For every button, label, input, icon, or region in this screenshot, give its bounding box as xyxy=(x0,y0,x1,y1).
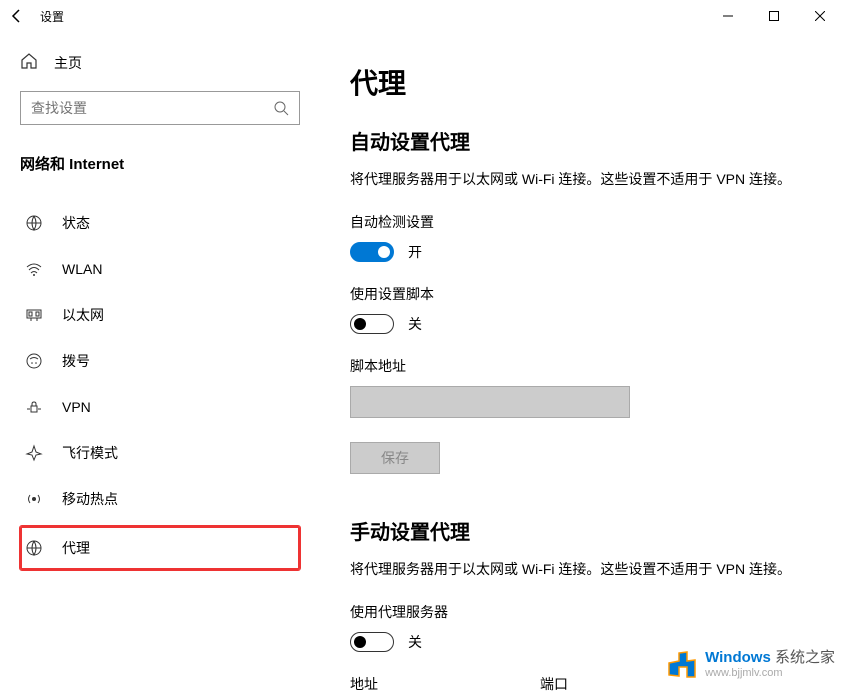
watermark: Windows 系统之家 www.bjjmlv.com xyxy=(663,647,835,683)
watermark-brand: Windows 系统之家 xyxy=(705,649,835,667)
manual-section-title: 手动设置代理 xyxy=(350,516,803,545)
sidebar-item-ethernet[interactable]: 以太网 xyxy=(20,292,300,338)
sidebar-item-label: 拨号 xyxy=(62,351,90,371)
sidebar-item-label: 状态 xyxy=(62,213,90,233)
titlebar: 设置 xyxy=(0,0,843,32)
sidebar-item-dialup[interactable]: 拨号 xyxy=(20,338,300,384)
window-title: 设置 xyxy=(40,8,64,25)
sidebar: 主页 网络和 Internet 状态 xyxy=(0,32,320,691)
sidebar-item-label: 以太网 xyxy=(62,305,104,325)
sidebar-item-hotspot[interactable]: 移动热点 xyxy=(20,476,300,522)
ethernet-icon xyxy=(24,305,44,325)
home-icon xyxy=(20,52,38,73)
auto-detect-state: 开 xyxy=(408,242,422,262)
sidebar-item-proxy[interactable]: 代理 xyxy=(20,526,300,570)
use-script-state: 关 xyxy=(408,314,422,334)
search-field[interactable] xyxy=(31,100,273,116)
sidebar-item-label: WLAN xyxy=(62,261,102,277)
auto-detect-label: 自动检测设置 xyxy=(350,212,803,232)
auto-section-desc: 将代理服务器用于以太网或 Wi-Fi 连接。这些设置不适用于 VPN 连接。 xyxy=(350,169,803,190)
page-title: 代理 xyxy=(350,62,803,102)
search-icon xyxy=(273,100,289,116)
dialup-icon xyxy=(24,351,44,371)
use-proxy-toggle[interactable] xyxy=(350,632,394,652)
watermark-url: www.bjjmlv.com xyxy=(705,667,835,680)
addr-label: 地址 xyxy=(350,674,520,691)
airplane-icon xyxy=(24,443,44,463)
sidebar-item-vpn[interactable]: VPN xyxy=(20,384,300,430)
wifi-icon xyxy=(24,259,44,279)
sidebar-item-label: 代理 xyxy=(62,538,90,558)
main-content: 代理 自动设置代理 将代理服务器用于以太网或 Wi-Fi 连接。这些设置不适用于… xyxy=(320,32,843,691)
windows-logo-icon xyxy=(663,647,699,683)
sidebar-item-label: VPN xyxy=(62,399,91,415)
sidebar-item-label: 飞行模式 xyxy=(62,443,118,463)
manual-section-desc: 将代理服务器用于以太网或 Wi-Fi 连接。这些设置不适用于 VPN 连接。 xyxy=(350,559,803,580)
vpn-icon xyxy=(24,397,44,417)
use-script-toggle[interactable] xyxy=(350,314,394,334)
category-header: 网络和 Internet xyxy=(20,153,300,174)
search-input[interactable] xyxy=(20,91,300,125)
use-proxy-label: 使用代理服务器 xyxy=(350,602,803,622)
sidebar-item-airplane[interactable]: 飞行模式 xyxy=(20,430,300,476)
status-icon xyxy=(24,213,44,233)
sidebar-item-label: 移动热点 xyxy=(62,489,118,509)
script-addr-label: 脚本地址 xyxy=(350,356,803,376)
auto-detect-toggle[interactable] xyxy=(350,242,394,262)
auto-section-title: 自动设置代理 xyxy=(350,126,803,155)
proxy-icon xyxy=(24,538,44,558)
use-script-label: 使用设置脚本 xyxy=(350,284,803,304)
sidebar-item-status[interactable]: 状态 xyxy=(20,200,300,246)
hotspot-icon xyxy=(24,489,44,509)
home-link[interactable]: 主页 xyxy=(20,52,300,73)
minimize-button[interactable] xyxy=(705,0,751,32)
close-button[interactable] xyxy=(797,0,843,32)
back-icon[interactable] xyxy=(8,7,26,25)
use-proxy-state: 关 xyxy=(408,632,422,652)
sidebar-item-wlan[interactable]: WLAN xyxy=(20,246,300,292)
home-label: 主页 xyxy=(54,53,82,73)
save-button[interactable]: 保存 xyxy=(350,442,440,474)
maximize-button[interactable] xyxy=(751,0,797,32)
script-addr-input[interactable] xyxy=(350,386,630,418)
port-label: 端口 xyxy=(540,674,640,691)
